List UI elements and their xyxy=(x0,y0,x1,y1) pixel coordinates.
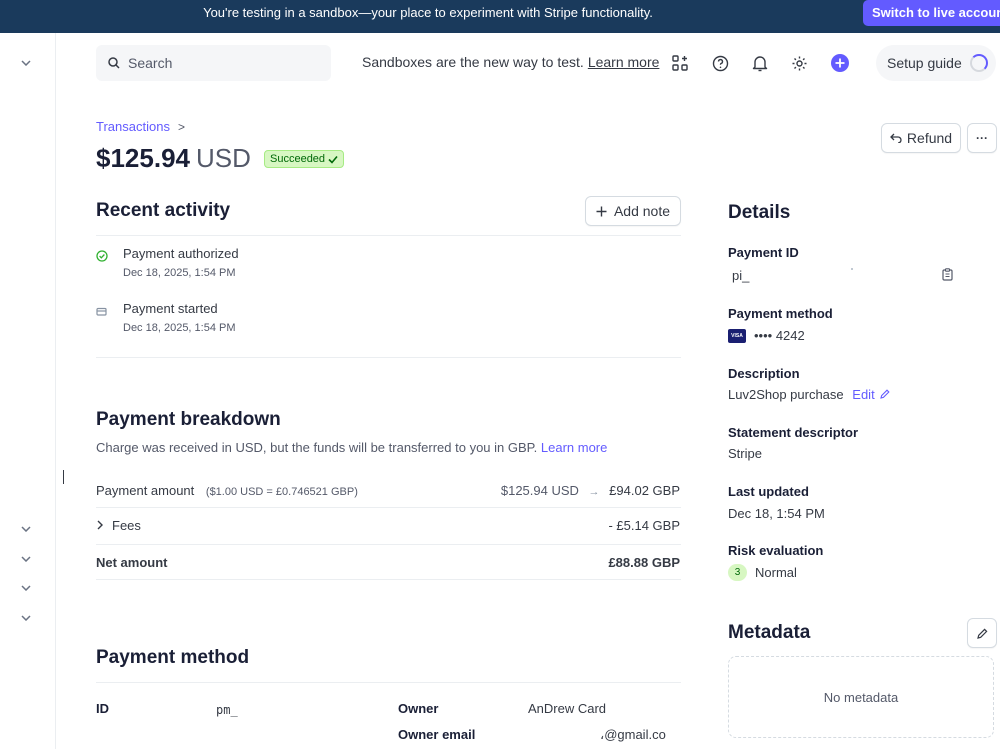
plus-icon xyxy=(596,206,607,216)
chevron-down-icon[interactable] xyxy=(20,57,32,69)
breadcrumb: Transactions > xyxy=(96,119,185,134)
amount-currency: USD xyxy=(195,143,251,173)
divider xyxy=(96,507,681,508)
last-updated-value: Dec 18, 1:54 PM xyxy=(728,506,825,521)
pencil-icon xyxy=(880,389,890,399)
statement-descriptor-value: Stripe xyxy=(728,446,762,461)
search-input[interactable]: Search xyxy=(96,45,331,81)
breadcrumb-transactions-link[interactable]: Transactions xyxy=(96,119,170,134)
refund-icon xyxy=(890,133,902,143)
payment-method-label: Payment method xyxy=(728,306,833,321)
divider xyxy=(96,357,681,358)
owner-email-value: ،@gmail.co xyxy=(600,727,666,742)
chevron-right-icon xyxy=(97,520,103,530)
redaction-mark xyxy=(851,268,853,270)
sidebar xyxy=(0,33,56,749)
check-circle-icon xyxy=(96,250,108,262)
last-updated-label: Last updated xyxy=(728,484,809,499)
risk-evaluation-value: 3 Normal xyxy=(728,564,797,581)
help-icon[interactable] xyxy=(710,53,730,73)
text-cursor xyxy=(63,470,64,484)
metadata-title: Metadata xyxy=(728,622,811,643)
switch-to-live-button[interactable]: Switch to live account xyxy=(863,0,1000,26)
owner-label: Owner xyxy=(398,701,439,716)
payment-id-value: pi_ xyxy=(732,268,750,283)
breakdown-learn-more-link[interactable]: Learn more xyxy=(541,440,607,455)
metadata-empty-state: No metadata xyxy=(728,656,994,738)
details-title: Details xyxy=(728,202,791,223)
net-amount-value: £88.88 GBP xyxy=(608,555,680,570)
banner-text: You're testing in a sandbox—your place t… xyxy=(203,5,653,20)
create-plus-icon[interactable] xyxy=(830,53,850,73)
activity-item-title: Payment started xyxy=(123,301,218,316)
status-badge: Succeeded xyxy=(264,150,345,168)
chevron-down-icon[interactable] xyxy=(20,582,32,594)
setup-guide-button[interactable]: Setup guide xyxy=(876,45,996,81)
owner-value: AnDrew Card xyxy=(528,701,607,716)
more-actions-button[interactable]: ··· xyxy=(967,123,997,153)
card-icon xyxy=(96,307,107,316)
refund-button[interactable]: Refund xyxy=(881,123,961,153)
pencil-icon xyxy=(976,628,987,639)
description-label: Description xyxy=(728,366,800,381)
fees-value: - £5.14 GBP xyxy=(608,518,680,533)
bell-icon[interactable] xyxy=(750,53,770,73)
apps-icon[interactable] xyxy=(670,53,690,73)
amount-value: $125.94 xyxy=(96,143,190,173)
chevron-down-icon[interactable] xyxy=(20,612,32,624)
net-amount-label: Net amount xyxy=(96,555,168,570)
description-value: Luv2Shop purchase Edit xyxy=(728,387,890,402)
page-title: $125.94 USD xyxy=(96,143,251,174)
statement-descriptor-label: Statement descriptor xyxy=(728,425,859,440)
recent-activity-title: Recent activity xyxy=(96,200,231,221)
payment-method-value: VISA •••• 4242 xyxy=(728,328,805,343)
payment-amount-label: Payment amount ($1.00 USD = £0.746521 GB… xyxy=(96,483,358,498)
payment-breakdown-title: Payment breakdown xyxy=(96,409,281,430)
payment-method-title: Payment method xyxy=(96,647,250,668)
more-icon: ··· xyxy=(976,131,988,145)
edit-metadata-button[interactable] xyxy=(967,618,997,648)
check-icon xyxy=(328,155,338,164)
search-placeholder: Search xyxy=(128,55,173,71)
add-note-button[interactable]: Add note xyxy=(585,196,681,226)
activity-item-time: Dec 18, 2025, 1:54 PM xyxy=(123,322,236,334)
risk-score-badge: 3 xyxy=(728,564,747,581)
visa-icon: VISA xyxy=(728,328,746,343)
fees-row-toggle[interactable]: Fees xyxy=(96,518,141,533)
gear-icon[interactable] xyxy=(789,53,809,73)
breakdown-subtitle: Charge was received in USD, but the fund… xyxy=(96,440,608,455)
activity-item-title: Payment authorized xyxy=(123,246,239,261)
sandbox-banner: You're testing in a sandbox—your place t… xyxy=(0,0,1000,33)
divider xyxy=(96,682,681,683)
owner-email-label: Owner email xyxy=(398,727,476,742)
payment-amount-value: $125.94 USD → £94.02 GBP xyxy=(500,483,680,498)
copy-icon[interactable] xyxy=(942,268,953,281)
breadcrumb-separator: > xyxy=(177,119,185,134)
chevron-down-icon[interactable] xyxy=(20,553,32,565)
sandbox-message: Sandboxes are the new way to test. Learn … xyxy=(362,54,660,70)
divider xyxy=(96,579,681,580)
search-icon xyxy=(108,57,120,69)
pm-id-label: ID xyxy=(96,701,109,716)
pm-id-value: pm_ xyxy=(216,703,238,717)
edit-description-link[interactable]: Edit xyxy=(852,387,890,402)
chevron-down-icon[interactable] xyxy=(20,523,32,535)
divider xyxy=(96,235,681,236)
progress-ring-icon xyxy=(970,54,988,72)
activity-item-time: Dec 18, 2025, 1:54 PM xyxy=(123,267,236,279)
learn-more-link[interactable]: Learn more xyxy=(588,54,660,70)
risk-evaluation-label: Risk evaluation xyxy=(728,543,824,558)
payment-id-label: Payment ID xyxy=(728,245,799,260)
divider xyxy=(96,544,681,545)
